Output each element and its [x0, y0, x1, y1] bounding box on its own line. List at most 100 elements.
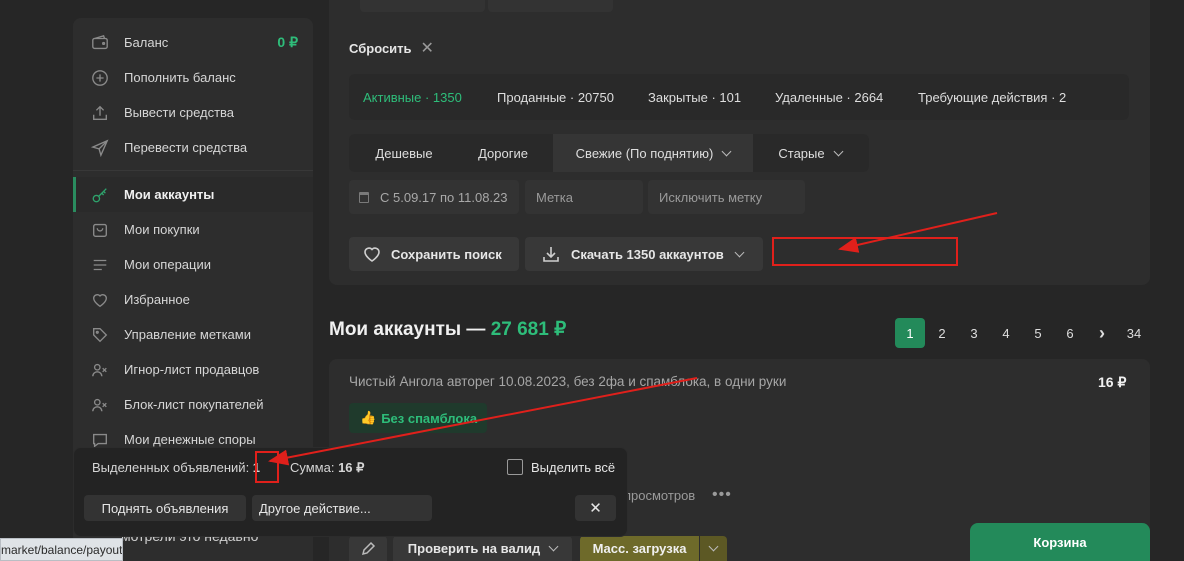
- key-icon: [90, 185, 110, 205]
- sort-label: Дорогие: [478, 145, 528, 161]
- close-selection-button[interactable]: ✕: [575, 495, 616, 521]
- sum-value: 16 ₽: [338, 460, 365, 475]
- selected-sum-text: Сумма: 16 ₽: [290, 460, 364, 476]
- selected-count-text: Выделенных объявлений: 1: [92, 460, 260, 475]
- check-valid-button[interactable]: Проверить на валид: [393, 536, 572, 561]
- page-title-text: Мои аккаунты —: [329, 319, 491, 340]
- edit-button[interactable]: [349, 536, 387, 561]
- other-action-select[interactable]: Другое действие...: [252, 495, 432, 521]
- sort-expensive[interactable]: Дорогие: [460, 134, 546, 172]
- annotation-box: [772, 237, 958, 266]
- sort-fresh-dropdown[interactable]: Свежие (По поднятию): [553, 134, 753, 172]
- chevron-down-icon: [833, 146, 844, 156]
- sidebar-item-label: Баланс: [124, 35, 169, 50]
- sidebar-item-balance[interactable]: Баланс 0 ₽: [73, 25, 313, 60]
- mass-upload-dropdown[interactable]: [700, 536, 727, 561]
- sidebar-item-purchases[interactable]: Мои покупки: [73, 212, 313, 247]
- tab-active[interactable]: Активные · 1350: [363, 90, 462, 105]
- date-range-field[interactable]: С 5.09.17 по 11.08.23: [349, 180, 519, 214]
- heart-icon: [90, 290, 110, 310]
- page-2[interactable]: 2: [927, 318, 957, 348]
- save-search-label: Сохранить поиск: [391, 246, 502, 262]
- cart-button[interactable]: Корзина: [970, 523, 1150, 561]
- download-accounts-button[interactable]: Скачать 1350 аккаунтов: [525, 237, 763, 271]
- sort-cheap[interactable]: Дешевые: [359, 134, 449, 172]
- download-icon: [543, 247, 559, 262]
- sidebar-item-label: Блок-лист покупателей: [124, 397, 264, 412]
- other-action-label: Другое действие...: [259, 500, 371, 516]
- sidebar-item-favorites[interactable]: Избранное: [73, 282, 313, 317]
- checkbox-icon: [507, 459, 523, 475]
- reset-label: Сбросить: [349, 40, 412, 56]
- listing-title[interactable]: Чистый Ангола авторег 10.08.2023, без 2ф…: [349, 374, 786, 389]
- tab-action-required[interactable]: Требующие действия · 2: [918, 90, 1066, 105]
- mass-upload-button[interactable]: Масс. загрузка: [580, 536, 699, 561]
- sort-label: Свежие (По поднятию): [575, 145, 714, 161]
- badge-label: Без спамблока: [381, 410, 478, 426]
- page-3[interactable]: 3: [959, 318, 989, 348]
- raise-label: Поднять объявления: [101, 500, 229, 516]
- chevron-down-icon: [721, 146, 732, 156]
- select-all-label: Выделить всё: [531, 459, 616, 475]
- page-5[interactable]: 5: [1023, 318, 1053, 348]
- more-options-icon[interactable]: •••: [712, 486, 732, 504]
- download-label: Скачать 1350 аккаунтов: [571, 246, 724, 262]
- sidebar-item-label: Управление метками: [124, 327, 251, 342]
- sidebar-item-label: Перевести средства: [124, 140, 248, 155]
- select-all-checkbox[interactable]: Выделить всё: [507, 459, 615, 475]
- raise-listings-button[interactable]: Поднять объявления: [84, 495, 246, 521]
- wallet-icon: [90, 33, 110, 53]
- status-badge: 👍 Без спамблока: [349, 403, 487, 433]
- sidebar-item-ignore-list[interactable]: Игнор-лист продавцов: [73, 352, 313, 387]
- sum-label: Сумма:: [290, 460, 339, 475]
- reset-filters-button[interactable]: Сбросить ✕: [349, 38, 434, 58]
- send-icon: [90, 138, 110, 158]
- filter-field-partial[interactable]: [488, 0, 613, 12]
- sidebar-item-tags[interactable]: Управление метками: [73, 317, 313, 352]
- selection-action-bar: Выделенных объявлений: 1 Сумма: 16 ₽ Выд…: [73, 447, 628, 537]
- sidebar-item-label: Мои денежные споры: [124, 432, 256, 447]
- page-title: Мои аккаунты — 27 681 ₽: [329, 318, 566, 341]
- tab-deleted[interactable]: Удаленные · 2664: [775, 90, 883, 105]
- sidebar-item-topup[interactable]: Пополнить баланс: [73, 60, 313, 95]
- sort-label: Дешевые: [375, 145, 433, 161]
- annotation-box: [255, 451, 279, 483]
- page-last[interactable]: 34: [1119, 318, 1149, 348]
- sidebar-item-label: Вывести средства: [124, 105, 235, 120]
- sidebar-item-transfer[interactable]: Перевести средства: [73, 130, 313, 165]
- sidebar-item-label: Мои покупки: [124, 222, 200, 237]
- sort-old-dropdown[interactable]: Старые: [760, 134, 860, 172]
- list-icon: [90, 255, 110, 275]
- close-icon: ✕: [420, 40, 434, 57]
- thumbs-up-icon: 👍: [360, 410, 377, 425]
- listing-price: 16 ₽: [1098, 374, 1127, 390]
- sidebar-item-operations[interactable]: Мои операции: [73, 247, 313, 282]
- save-search-button[interactable]: Сохранить поиск: [349, 237, 519, 271]
- tab-closed[interactable]: Закрытые · 101: [648, 90, 741, 105]
- sidebar-item-label: Мои аккаунты: [124, 187, 215, 202]
- filter-field-partial[interactable]: [360, 0, 485, 12]
- status-bar-url: market/balance/payout: [0, 538, 123, 561]
- page-1[interactable]: 1: [895, 318, 925, 348]
- user-x-icon: [90, 360, 110, 380]
- chevron-down-icon: [548, 541, 559, 552]
- calendar-icon: [359, 191, 369, 203]
- page-4[interactable]: 4: [991, 318, 1021, 348]
- sidebar-item-block-list[interactable]: Блок-лист покупателей: [73, 387, 313, 422]
- accounts-total-sum: 27 681 ₽: [490, 319, 567, 340]
- next-page-chevron-icon[interactable]: ›: [1087, 318, 1117, 348]
- sort-label: Старые: [778, 145, 825, 161]
- bag-icon: [90, 220, 110, 240]
- sidebar-item-my-accounts[interactable]: Мои аккаунты: [73, 177, 313, 212]
- tag-input[interactable]: Метка: [525, 180, 643, 214]
- exclude-tag-input[interactable]: Исключить метку: [648, 180, 805, 214]
- tag-placeholder: Метка: [536, 189, 573, 205]
- tag-icon: [90, 325, 110, 345]
- page-6[interactable]: 6: [1055, 318, 1085, 348]
- edit-icon: [361, 541, 376, 555]
- sidebar-item-label: Пополнить баланс: [124, 70, 236, 85]
- close-icon: ✕: [589, 500, 602, 517]
- sidebar-item-withdraw[interactable]: Вывести средства: [73, 95, 313, 130]
- sidebar-item-label: Игнор-лист продавцов: [124, 362, 260, 377]
- tab-sold[interactable]: Проданные · 20750: [497, 90, 614, 105]
